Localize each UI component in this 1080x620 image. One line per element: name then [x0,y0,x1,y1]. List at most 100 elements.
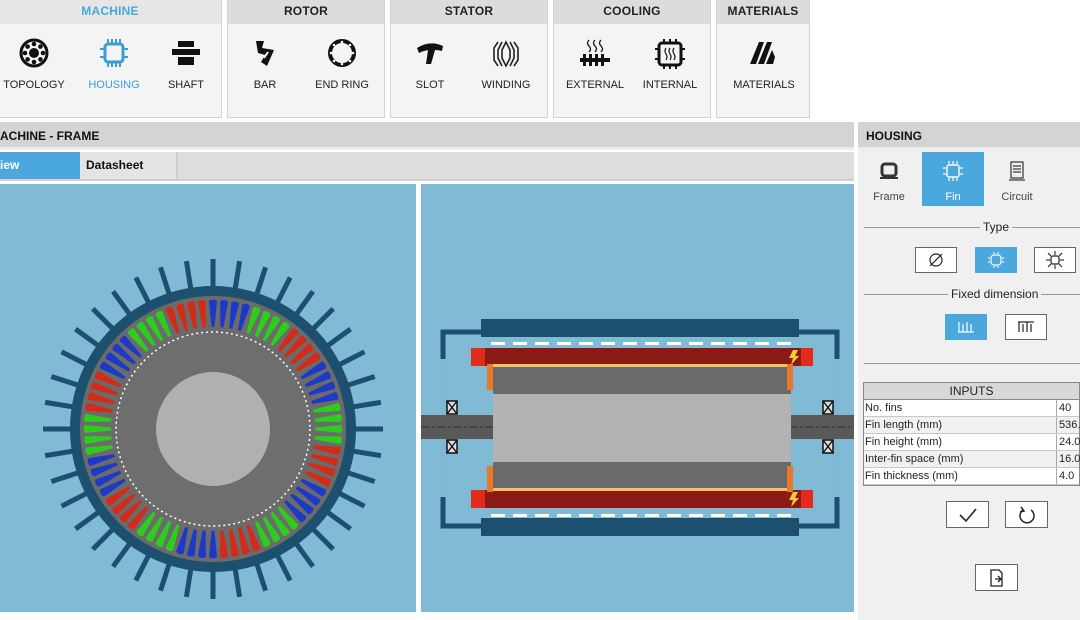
topology-label: TOPOLOGY [3,79,65,91]
topology-icon [19,38,49,68]
fin-marker [667,514,681,517]
fin-length-field[interactable]: 536. [1056,417,1080,433]
no-fins-field[interactable]: 40 [1056,400,1080,416]
input-row-inter-fin-space: Inter-fin space (mm) 16.0 [864,451,1080,468]
fin-marker [513,342,527,345]
fixed-dimension-label: Fixed dimension [948,287,1042,301]
bar-button[interactable]: BAR [230,24,300,116]
fin-type-none-button[interactable] [915,247,957,273]
housing-button[interactable]: HOUSING [79,24,149,116]
ribbon-group-title: MACHINE [0,0,221,24]
internal-cooling-button[interactable]: INTERNAL [634,24,706,116]
export-icon [989,568,1003,587]
end-ring-button[interactable]: END RING [304,24,380,116]
input-row-no-fins: No. fins 40 [864,400,1079,417]
shaft [156,372,270,486]
cross-section-view[interactable] [0,184,416,612]
longitudinal-view[interactable] [421,184,854,612]
fin-marker [777,514,791,517]
fixed-spacing-button[interactable] [945,314,987,340]
fin-marker [755,514,769,517]
ribbon-group-title: STATOR [391,0,547,24]
internal-cooling-label: INTERNAL [642,79,698,91]
fin-height-field[interactable]: 24.0 [1056,434,1080,450]
circuit-icon [1009,161,1025,181]
apply-button[interactable] [946,501,989,528]
fin-marker [601,342,615,345]
fin-marker [513,514,527,517]
inputs-header: INPUTS [864,383,1079,400]
input-label: Inter-fin space (mm) [865,453,964,465]
longitudinal-drawing [421,319,854,536]
fin-marker [777,342,791,345]
fin-marker [579,342,593,345]
fin-marker [689,514,703,517]
app-window: MACHINE TOPOLOGY HOUSING SHAFT ROTOR BAR [0,0,1080,620]
end-ring-icon [328,39,356,67]
ribbon-group-title: ROTOR [228,0,384,24]
materials-button[interactable]: MATERIALS [723,24,805,116]
bar-icon [256,41,274,66]
fin-marker [557,342,571,345]
external-cooling-icon [580,39,610,66]
section-title: ACHINE - FRAME [0,122,854,150]
sun-fins-icon [1046,251,1064,269]
tab-view[interactable]: iew [0,152,80,179]
bar-label: BAR [253,79,277,91]
fin-marker [579,514,593,517]
ribbon-group-rotor: ROTOR BAR END RING [227,0,385,118]
input-label: Fin height (mm) [865,436,943,448]
shaft-button[interactable]: SHAFT [151,24,221,116]
winding-icon [493,40,519,68]
radial-fins-icon [988,252,1004,268]
housing-label: HOUSING [88,79,140,91]
inter-fin-space-field[interactable]: 16.0 [1056,451,1080,467]
fin-marker [689,342,703,345]
ribbon-group-title: COOLING [554,0,710,24]
fin-count-icon [1018,321,1034,332]
internal-cooling-icon [655,39,685,69]
materials-icon [750,42,775,64]
ribbon-group-materials: MATERIALS MATERIALS [716,0,810,118]
ribbon-group-title: MATERIALS [717,0,809,24]
tab-fin[interactable]: Fin [922,152,984,206]
fin-marker [535,342,549,345]
fin-marker [623,342,637,345]
no-fins-icon [929,253,943,267]
input-row-fin-length: Fin length (mm) 536. [864,417,1080,434]
fin-marker [557,514,571,517]
fin-marker [645,342,659,345]
input-row-fin-height: Fin height (mm) 24.0 [864,434,1080,451]
fin-spacing-icon [958,322,974,333]
fin-type-sun-button[interactable] [1034,247,1076,273]
frame-icon [880,162,898,179]
tab-frame[interactable]: Frame [858,152,920,206]
fin-marker [711,514,725,517]
fixed-count-button[interactable] [1005,314,1047,340]
tab-datasheet[interactable]: Datasheet [80,152,178,179]
type-label: Type [980,220,1013,234]
slot-button[interactable]: SLOT [395,24,465,116]
fin-marker [711,342,725,345]
export-button[interactable] [975,564,1018,591]
ribbon-group-machine: MACHINE TOPOLOGY HOUSING SHAFT [0,0,222,118]
ribbon-group-cooling: COOLING EXTERNAL INTERNAL [553,0,711,118]
fin-marker [645,514,659,517]
topology-button[interactable]: TOPOLOGY [0,24,69,116]
reset-button[interactable] [1005,501,1048,528]
winding-top [481,348,811,366]
type-divider [864,227,1080,228]
panel-title: HOUSING [858,122,1080,150]
cross-section-drawing [43,259,383,599]
undo-icon [1018,506,1035,523]
fin-marker [601,514,615,517]
view-tab-row: iew Datasheet [0,152,854,181]
fin-marker [491,514,505,517]
check-icon [958,507,977,522]
winding-button[interactable]: WINDING [469,24,543,116]
external-cooling-button[interactable]: EXTERNAL [560,24,630,116]
tab-circuit[interactable]: Circuit [986,152,1048,206]
inputs-divider [864,363,1080,364]
fin-thickness-field[interactable]: 4.0 [1056,468,1080,484]
fin-type-radial-button[interactable] [975,247,1017,273]
